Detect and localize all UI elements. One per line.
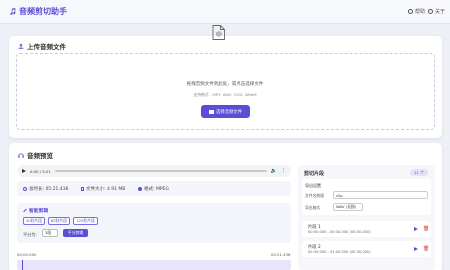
- preview-title-text: 音频预览: [27, 152, 53, 160]
- audio-file-icon: [212, 25, 225, 40]
- playhead[interactable]: [22, 260, 23, 270]
- format-info: 格式: MPEG: [138, 186, 169, 192]
- trash-icon[interactable]: 🗑: [423, 246, 429, 252]
- duration-info: 总时长: 05:21.436: [23, 186, 68, 192]
- upload-title-text: 上传音频文件: [27, 43, 66, 51]
- upload-card: 上传音频文件: [9, 36, 442, 138]
- filename-prefix-label: 文件名前缀: [305, 193, 324, 198]
- app-header: 音频剪切助手 帮助 关于: [0, 0, 450, 24]
- app-title-text: 音频剪切助手: [19, 7, 67, 16]
- help-link[interactable]: 帮助: [408, 8, 425, 15]
- size-info: 文件大小: 4.91 MB: [81, 186, 125, 192]
- split-cut-button[interactable]: 平分剪辑: [63, 229, 88, 237]
- audio-info-box: 总时长: 05:21.436 文件大小: 4.91 MB 格式: MPEG: [17, 181, 291, 196]
- segment-30s-button[interactable]: 30秒片段: [23, 217, 45, 225]
- clip-play-icon[interactable]: [414, 227, 418, 231]
- clip-play-icon[interactable]: [414, 247, 418, 251]
- waveform[interactable]: [17, 260, 291, 270]
- music-note-icon: [10, 8, 16, 15]
- export-format-value: WAV (无损): [336, 204, 357, 209]
- upload-icon: [18, 43, 24, 49]
- upload-card-title: 上传音频文件: [18, 41, 66, 51]
- about-label: 关于: [435, 9, 446, 15]
- app-title: 音频剪切助手: [9, 6, 67, 17]
- about-link[interactable]: 关于: [428, 8, 445, 15]
- help-icon: [408, 9, 413, 14]
- headphones-icon: [18, 153, 24, 158]
- smart-cut-box: 智能剪辑 30秒片段 60秒片段 120秒片段 平分为: 3段 平分剪辑: [17, 203, 291, 243]
- clip-range: 00:30.000 - 01:00.000 (00:30.000): [308, 250, 371, 254]
- split-count-value: 3段: [45, 230, 52, 235]
- file-icon: [81, 187, 84, 191]
- folder-icon: [209, 109, 215, 114]
- format-text: 格式: MPEG: [144, 187, 169, 192]
- export-format-label: 导出格式: [305, 205, 321, 210]
- audio-player: 0:00 / 5:21 🔈 ⋮: [17, 165, 291, 177]
- trash-icon[interactable]: 🗑: [423, 226, 429, 232]
- clips-count-badge: 11 个: [410, 169, 428, 176]
- select-audio-label: 选择音频文件: [216, 109, 242, 115]
- play-icon[interactable]: [22, 169, 26, 173]
- help-label: 帮助: [415, 9, 426, 15]
- clock-icon: [23, 187, 27, 191]
- segment-60s-button[interactable]: 60秒片段: [48, 217, 70, 225]
- more-options-icon[interactable]: ⋮: [281, 168, 286, 174]
- clip-item[interactable]: 片段 1 00:00.000 - 00:30.000 (00:30.000) 🗑: [302, 221, 431, 237]
- split-count-select[interactable]: 3段: [42, 229, 58, 237]
- clips-title: 剪切片段: [304, 171, 325, 177]
- segment-120s-button[interactable]: 120秒片段: [73, 217, 98, 225]
- supported-formats: 支持格式：MP3, WAV, OGG, WebM: [193, 92, 257, 97]
- player-time: 0:00 / 5:21: [30, 168, 51, 174]
- clips-panel: 剪切片段 11 个 导出设置 文件名前缀 clip 导出格式 WAV (无损) …: [298, 165, 435, 270]
- filename-prefix-value: clip: [336, 192, 343, 198]
- clip-range: 00:00.000 - 00:30.000 (00:30.000): [308, 230, 371, 234]
- smart-cut-title: 智能剪辑: [23, 207, 48, 214]
- music-icon: [138, 187, 142, 191]
- ruler-start-time: 00:00.000: [17, 252, 37, 257]
- volume-icon[interactable]: 🔈: [271, 168, 277, 174]
- seek-bar[interactable]: [54, 170, 267, 172]
- ruler-end-time: 05:21.436: [271, 252, 291, 257]
- export-format-select[interactable]: WAV (无损): [333, 203, 363, 211]
- clip-item[interactable]: 片段 2 00:30.000 - 01:00.000 (00:30.000) 🗑: [302, 241, 431, 257]
- size-text: 文件大小: 4.91 MB: [86, 187, 126, 192]
- duration-text: 总时长: 05:21.436: [29, 187, 69, 192]
- preview-card-title: 音频预览: [18, 150, 53, 160]
- select-audio-button[interactable]: 选择音频文件: [201, 105, 250, 118]
- export-settings: 导出设置 文件名前缀 clip 导出格式 WAV (无损): [302, 179, 431, 215]
- drop-instructions: 拖拽音频文件到此处，或点击选择文件: [186, 82, 264, 87]
- magic-wand-icon: [23, 208, 27, 213]
- filename-prefix-input[interactable]: clip: [333, 191, 428, 199]
- export-title: 导出设置: [305, 183, 321, 188]
- split-label: 平分为:: [23, 232, 37, 237]
- info-icon: [428, 9, 433, 14]
- smart-cut-title-text: 智能剪辑: [29, 209, 49, 214]
